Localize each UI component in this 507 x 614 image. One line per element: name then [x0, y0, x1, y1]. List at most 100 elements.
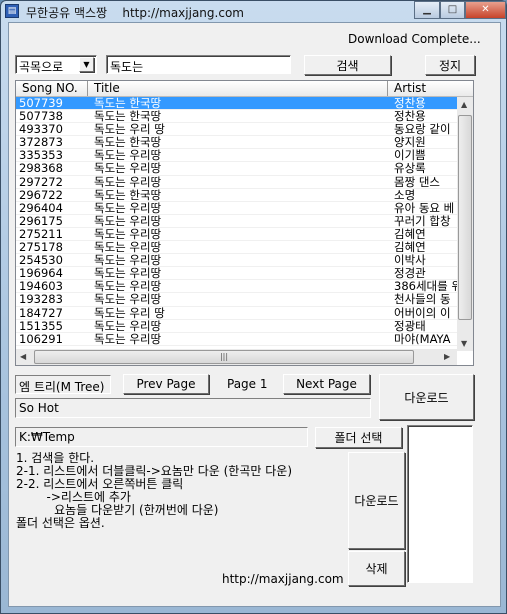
- song-no-cell: 297272: [19, 174, 63, 189]
- artist-cell: 이기쁨: [394, 149, 426, 162]
- vertical-scroll-thumb[interactable]: [458, 115, 472, 320]
- title-cell: 독도는 우리땅: [94, 318, 162, 333]
- artist-cell: 천사들의 동: [394, 293, 451, 306]
- vertical-scrollbar[interactable]: ▲ ▼: [457, 97, 473, 351]
- song-no-cell: 372873: [19, 135, 63, 150]
- next-page-button[interactable]: Next Page: [283, 374, 370, 394]
- title-cell: 독도는 한국땅: [94, 187, 162, 202]
- table-row[interactable]: 296722 독도는 한국땅 소명: [16, 187, 457, 202]
- artist-cell: 어버이의 이: [394, 306, 451, 319]
- title-cell: 독도는 우리땅: [94, 174, 162, 189]
- artist-cell: 소명: [394, 188, 416, 201]
- table-row[interactable]: 372873 독도는 한국땅 양지원: [16, 135, 457, 150]
- artist-cell: 양지원: [394, 136, 426, 149]
- table-row[interactable]: 184727 독도는 우리 땅 어버이의 이: [16, 305, 457, 320]
- song-no-cell: 507739: [19, 96, 63, 110]
- table-row[interactable]: 106291 독도는 우리땅 마야(MAYA: [16, 331, 457, 346]
- scroll-down-icon[interactable]: ▼: [461, 339, 467, 348]
- title-cell: 독도는 우리땅: [94, 161, 162, 176]
- download-queue-list[interactable]: [407, 425, 473, 583]
- song-no-cell: 194603: [19, 279, 63, 294]
- window-title-url: http://maxjjang.com: [122, 6, 244, 20]
- song-list[interactable]: Song NO. Title Artist 507739 독도는 한국땅 정찬용 50…: [15, 80, 474, 366]
- song-no-cell: 507738: [19, 109, 63, 124]
- song-no-cell: 296175: [19, 213, 63, 228]
- table-row[interactable]: 275211 독도는 우리땅 김혜연: [16, 226, 457, 242]
- table-row[interactable]: 275178 독도는 우리땅 김혜연: [16, 240, 457, 255]
- scroll-left-icon[interactable]: ◀: [20, 352, 26, 361]
- table-row[interactable]: 254530 독도는 우리땅 이박사: [16, 254, 457, 268]
- queue-download-button[interactable]: 다운로드: [348, 452, 405, 549]
- table-row[interactable]: 507738 독도는 한국땅 정찬용: [16, 109, 457, 124]
- song-no-cell: 275211: [19, 226, 63, 241]
- song-no-cell: 296722: [19, 187, 63, 202]
- title-cell: 독도는 우리땅: [94, 213, 162, 228]
- search-mode-select[interactable]: 곡목으로 ▼: [15, 55, 97, 74]
- table-row[interactable]: 196964 독도는 우리땅 정경관: [16, 266, 457, 281]
- app-icon: ▤: [5, 4, 19, 18]
- title-cell: 독도는 우리땅: [94, 240, 162, 255]
- artist-cell: 마야(MAYA: [394, 332, 451, 345]
- footer-url[interactable]: http://maxjjang.com: [222, 572, 344, 586]
- title-cell: 독도는 한국땅: [94, 109, 162, 124]
- title-cell: 독도는 우리땅: [94, 266, 162, 281]
- song-no-cell: 196964: [19, 266, 63, 281]
- horizontal-scroll-thumb[interactable]: |||: [34, 350, 414, 364]
- table-row[interactable]: 296175 독도는 우리땅 꾸러기 합창: [16, 213, 457, 228]
- song-no-cell: 296404: [19, 200, 63, 215]
- title-cell: 독도는 한국땅: [94, 135, 162, 150]
- list-header: Song NO. Title Artist: [16, 81, 473, 97]
- prev-page-button[interactable]: Prev Page: [123, 374, 209, 394]
- queue-delete-button[interactable]: 삭제: [348, 551, 405, 586]
- close-icon[interactable]: ✕: [465, 1, 506, 19]
- window-title: 무한공유 맥스짱 http://maxjjang.com: [26, 4, 244, 21]
- table-row[interactable]: 298368 독도는 우리땅 유상록: [16, 161, 457, 176]
- title-cell: 독도는 한국땅: [94, 96, 162, 110]
- table-row[interactable]: 296404 독도는 우리땅 유아 동요 베: [16, 200, 457, 215]
- table-row[interactable]: 193283 독도는 우리땅 천사들의 동: [16, 292, 457, 307]
- folder-select-button[interactable]: 폴더 선택: [315, 427, 402, 448]
- artist-cell: 김혜연: [394, 241, 426, 254]
- artist-cell: 몸짱 댄스: [394, 175, 440, 188]
- minimize-icon[interactable]: ▁: [414, 1, 440, 19]
- table-row[interactable]: 297272 독도는 우리땅 몸짱 댄스: [16, 174, 457, 189]
- album-label: 엠 트리(M Tree): [15, 375, 111, 394]
- title-cell: 독도는 우리땅: [94, 200, 162, 215]
- table-row[interactable]: 194603 독도는 우리땅 386세대를 위: [16, 279, 457, 294]
- table-row[interactable]: 335353 독도는 우리땅 이기쁨: [16, 148, 457, 163]
- title-cell: 독도는 우리땅: [94, 292, 162, 307]
- scroll-up-icon[interactable]: ▲: [461, 100, 467, 109]
- artist-cell: 동요랑 같이: [394, 123, 451, 136]
- title-cell: 독도는 우리 땅: [94, 122, 165, 137]
- horizontal-scrollbar[interactable]: ◀ ||| ▶: [16, 349, 457, 365]
- artist-cell: 김혜연: [394, 227, 426, 241]
- stop-button[interactable]: 정지: [425, 55, 475, 75]
- window-title-text: 무한공유 맥스짱: [26, 6, 108, 20]
- scroll-right-icon[interactable]: ▶: [444, 352, 450, 361]
- title-bar[interactable]: ▤ 무한공유 맥스짱 http://maxjjang.com ▁ □ ✕: [1, 1, 507, 23]
- column-artist[interactable]: Artist: [388, 81, 473, 96]
- table-row[interactable]: 507739 독도는 한국땅 정찬용: [16, 96, 457, 111]
- search-button[interactable]: 검색: [304, 55, 391, 75]
- maximize-icon[interactable]: □: [440, 1, 465, 19]
- column-title[interactable]: Title: [88, 81, 388, 96]
- artist-cell: 이박사: [394, 254, 426, 267]
- song-no-cell: 184727: [19, 305, 63, 320]
- artist-cell: 유상록: [394, 162, 426, 175]
- song-no-cell: 106291: [19, 331, 63, 346]
- search-input[interactable]: 독도는: [106, 55, 291, 74]
- title-cell: 독도는 우리땅: [94, 226, 162, 241]
- artist-cell: 정찬용: [394, 110, 426, 123]
- column-song-no[interactable]: Song NO.: [16, 81, 88, 96]
- help-text: 1. 검색을 한다. 2-1. 리스트에서 더블클릭->요놈만 다운 (한곡만 다…: [16, 452, 292, 530]
- title-cell: 독도는 우리 땅: [94, 305, 165, 320]
- song-no-cell: 335353: [19, 148, 63, 163]
- download-button[interactable]: 다운로드: [379, 374, 474, 420]
- chevron-down-icon[interactable]: ▼: [79, 57, 94, 72]
- song-no-cell: 298368: [19, 161, 63, 176]
- artist-cell: 꾸러기 합창: [394, 214, 451, 227]
- table-row[interactable]: 151355 독도는 우리땅 정광태: [16, 318, 457, 333]
- title-cell: 독도는 우리땅: [94, 331, 162, 346]
- artist-cell: 정광태: [394, 319, 426, 332]
- table-row[interactable]: 493370 독도는 우리 땅 동요랑 같이: [16, 122, 457, 137]
